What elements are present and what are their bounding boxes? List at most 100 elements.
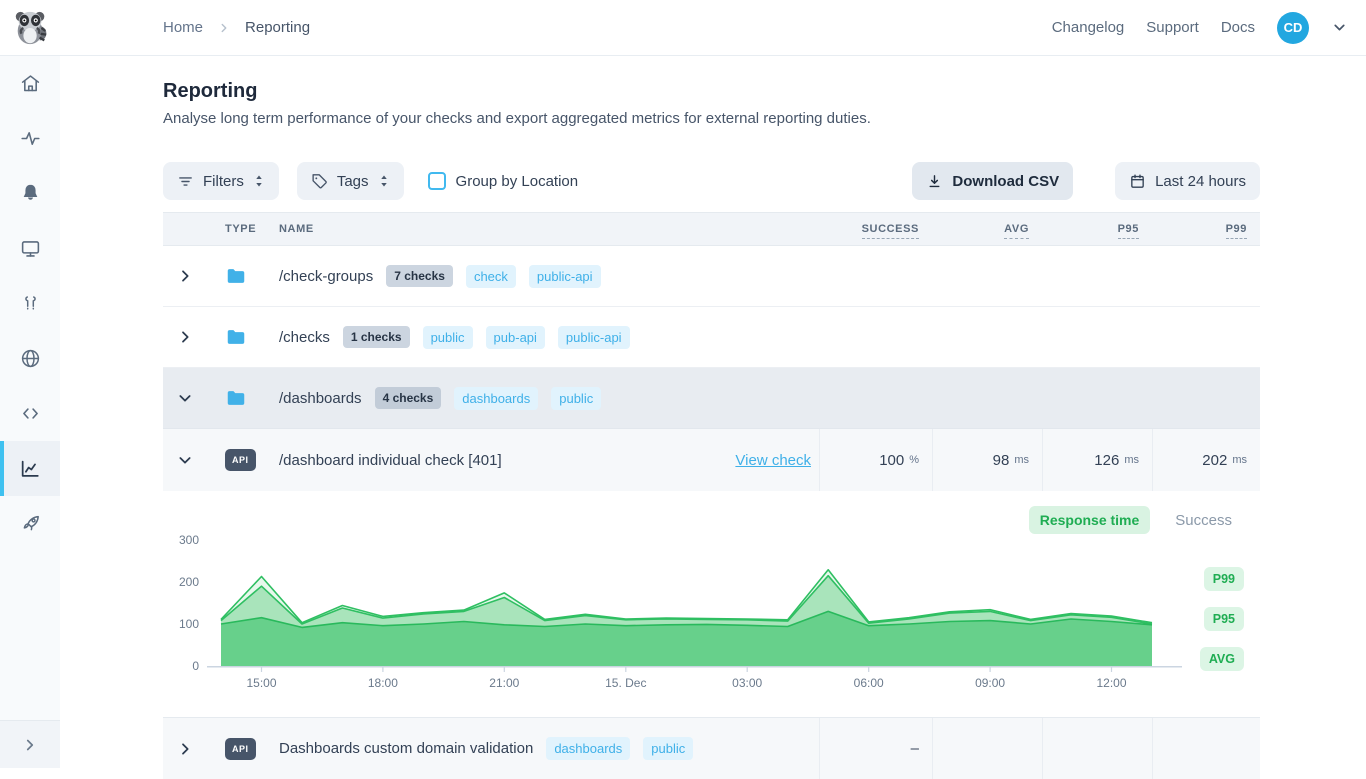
legend-p99: P99 <box>1204 567 1244 591</box>
tag-pill[interactable]: dashboards <box>454 387 538 410</box>
tag-pill[interactable]: public <box>423 326 473 349</box>
chevron-right-icon <box>177 741 193 757</box>
table-row-dashboards: /dashboards 4 checks dashboards public <box>163 368 1260 429</box>
table-row-checks: /checks 1 checks public pub-api public-a… <box>163 307 1260 368</box>
expand-row-button[interactable] <box>163 741 207 757</box>
svg-text:0: 0 <box>192 659 199 673</box>
chevron-right-icon <box>177 268 193 284</box>
sidebar-item-private-locations[interactable] <box>0 331 60 386</box>
group-by-location-option: Group by Location <box>428 172 579 190</box>
success-cell: 100% <box>819 429 932 491</box>
bell-icon <box>20 183 41 204</box>
topbar: Home Reporting Changelog Support Docs CD <box>0 0 1366 56</box>
reporting-table: TYPE NAME SUCCESS AVG P95 P99 /check-gro… <box>163 212 1260 779</box>
sort-arrows-icon <box>253 174 265 188</box>
col-p95[interactable]: P95 <box>1042 223 1152 235</box>
success-cell: – <box>819 718 932 779</box>
breadcrumb-chevron-icon <box>217 21 231 35</box>
avg-cell: 98ms <box>932 429 1042 491</box>
row-name[interactable]: /checks <box>279 329 330 346</box>
docs-link[interactable]: Docs <box>1221 19 1255 36</box>
p99-cell <box>1152 718 1260 779</box>
chevron-right-icon <box>21 736 39 754</box>
globe-icon <box>20 348 41 369</box>
row-name[interactable]: /check-groups <box>279 268 373 285</box>
row-name[interactable]: Dashboards custom domain validation <box>279 740 533 757</box>
tab-success[interactable]: Success <box>1175 512 1232 529</box>
legend-avg: AVG <box>1200 647 1244 671</box>
breadcrumb-current: Reporting <box>245 19 310 36</box>
col-avg[interactable]: AVG <box>932 223 1042 235</box>
api-type-badge: API <box>225 738 256 760</box>
chart-icon <box>19 458 41 480</box>
row-name[interactable]: /dashboards <box>279 390 362 407</box>
view-check-link[interactable]: View check <box>735 452 811 469</box>
date-range-button[interactable]: Last 24 hours <box>1115 162 1260 200</box>
rocket-icon <box>20 513 41 534</box>
main-content: Reporting Analyse long term performance … <box>60 56 1366 768</box>
response-time-chart: Response time Success 010020030015:0018:… <box>163 491 1260 717</box>
table-row-dashboard-individual-check: API /dashboard individual check [401] Vi… <box>163 429 1260 491</box>
api-type-badge: API <box>225 449 256 471</box>
changelog-link[interactable]: Changelog <box>1052 19 1125 36</box>
sidebar-item-reporting[interactable] <box>0 441 60 496</box>
filters-button[interactable]: Filters <box>163 162 279 200</box>
tag-pill[interactable]: public <box>551 387 601 410</box>
tag-pill[interactable]: check <box>466 265 516 288</box>
sidebar <box>0 56 60 768</box>
sidebar-expand-button[interactable] <box>0 720 60 768</box>
svg-text:21:00: 21:00 <box>489 676 519 690</box>
p95-cell: 126ms <box>1042 429 1152 491</box>
breadcrumb: Home Reporting <box>163 19 310 36</box>
app-logo-raccoon-icon[interactable] <box>12 9 50 47</box>
toolbar: Filters Tags Group by Location Download … <box>163 162 1260 200</box>
maintenance-icon <box>20 293 41 314</box>
collapse-row-button[interactable] <box>163 390 207 406</box>
chevron-down-icon <box>177 390 193 406</box>
sidebar-item-alerts[interactable] <box>0 166 60 221</box>
col-success[interactable]: SUCCESS <box>819 223 932 235</box>
calendar-icon <box>1129 173 1146 190</box>
table-header: TYPE NAME SUCCESS AVG P95 P99 <box>163 212 1260 246</box>
check-count-badge: 1 checks <box>343 326 410 348</box>
p95-cell <box>1042 718 1152 779</box>
chevron-right-icon <box>177 329 193 345</box>
tag-pill[interactable]: public-api <box>558 326 630 349</box>
sidebar-item-checks[interactable] <box>0 111 60 166</box>
sidebar-item-home[interactable] <box>0 56 60 111</box>
svg-text:03:00: 03:00 <box>732 676 762 690</box>
tag-pill[interactable]: public <box>643 737 693 760</box>
sidebar-item-quickstart[interactable] <box>0 496 60 551</box>
col-p99[interactable]: P99 <box>1152 223 1260 235</box>
sidebar-item-maintenance[interactable] <box>0 276 60 331</box>
col-type: TYPE <box>207 223 279 235</box>
tag-pill[interactable]: pub-api <box>486 326 545 349</box>
tag-pill[interactable]: public-api <box>529 265 601 288</box>
row-name: /dashboard individual check [401] <box>279 452 502 469</box>
expand-row-button[interactable] <box>163 268 207 284</box>
tags-button[interactable]: Tags <box>297 162 404 200</box>
breadcrumb-home-link[interactable]: Home <box>163 19 203 36</box>
tag-icon <box>311 173 328 190</box>
collapse-row-button[interactable] <box>163 452 207 468</box>
tag-pill[interactable]: dashboards <box>546 737 630 760</box>
group-by-location-label: Group by Location <box>456 173 579 190</box>
svg-text:06:00: 06:00 <box>854 676 884 690</box>
support-link[interactable]: Support <box>1146 19 1199 36</box>
account-menu-chevron-icon[interactable] <box>1331 19 1348 36</box>
filter-icon <box>177 173 194 190</box>
group-by-location-checkbox[interactable] <box>428 172 446 190</box>
chevron-down-icon <box>177 452 193 468</box>
svg-text:100: 100 <box>179 617 199 631</box>
activity-icon <box>20 128 41 149</box>
avatar[interactable]: CD <box>1277 12 1309 44</box>
table-row-check-groups: /check-groups 7 checks check public-api <box>163 246 1260 307</box>
download-csv-button[interactable]: Download CSV <box>912 162 1073 200</box>
sidebar-item-dashboards[interactable] <box>0 221 60 276</box>
avg-cell <box>932 718 1042 779</box>
code-icon <box>20 403 41 424</box>
legend-p95: P95 <box>1204 607 1244 631</box>
expand-row-button[interactable] <box>163 329 207 345</box>
tags-label: Tags <box>337 173 369 190</box>
sidebar-item-snippets[interactable] <box>0 386 60 441</box>
